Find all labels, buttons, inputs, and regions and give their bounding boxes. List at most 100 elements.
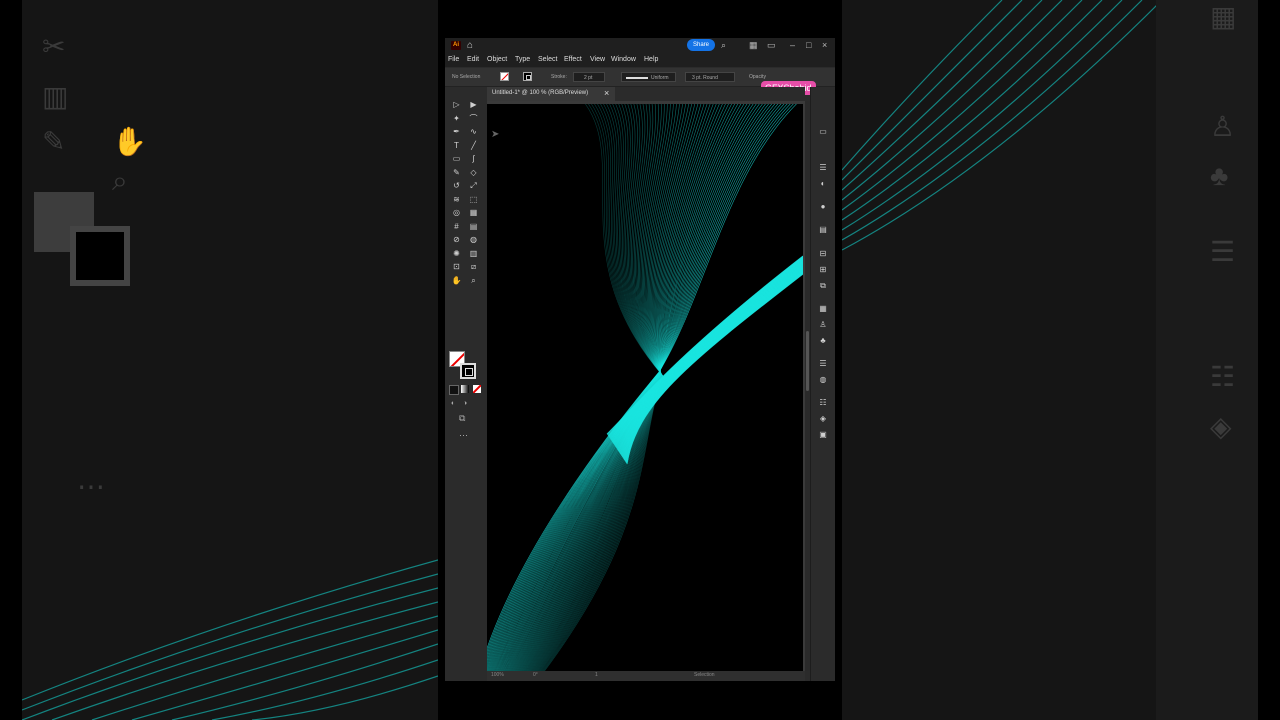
bg-tool-icon: ✂ <box>42 31 66 62</box>
hand-tool-icon[interactable]: ✋ <box>450 275 463 286</box>
gradient-tool-icon[interactable]: ▤ <box>467 221 480 232</box>
graphic-styles-icon[interactable]: ◍ <box>818 375 828 385</box>
artboard-number[interactable]: 1 <box>595 672 598 678</box>
variable-width-profile[interactable]: Uniform <box>621 72 676 82</box>
menu-type[interactable]: Type <box>515 56 530 63</box>
eyedropper-tool-icon[interactable]: ⊘ <box>450 234 463 245</box>
minimize-icon[interactable]: – <box>790 40 795 50</box>
comments-icon[interactable]: ▭ <box>818 127 828 137</box>
menu-file[interactable]: File <box>448 56 459 63</box>
close-tab-icon[interactable]: × <box>604 88 609 98</box>
shape-builder-tool-icon[interactable]: ◎ <box>450 207 463 218</box>
stroke-color-swatch[interactable] <box>460 363 476 379</box>
appearance-icon[interactable]: ▦ <box>818 304 828 314</box>
properties-icon[interactable]: ☰ <box>818 163 828 173</box>
lasso-tool-icon[interactable]: ⌒ <box>467 113 480 124</box>
stroke-label[interactable]: Stroke: <box>551 74 567 80</box>
workspace-icon[interactable]: ▭ <box>767 40 776 51</box>
magic-wand-tool-icon[interactable]: ✦ <box>450 113 463 124</box>
pen-tool-icon[interactable]: ✒ <box>450 126 463 137</box>
screen-mode-icon[interactable]: ⧉ <box>459 413 465 424</box>
search-icon[interactable]: ⌕ <box>721 40 726 51</box>
cyan-wave-artwork[interactable] <box>487 104 803 671</box>
brush-definition[interactable]: 3 pt. Round <box>685 72 735 82</box>
title-bar: Ai ⌂ Share ⌕ ▦ ▭ – □ × <box>445 38 835 53</box>
app-logo: Ai <box>451 41 461 50</box>
brush-value: 3 pt. Round <box>692 75 718 81</box>
share-button[interactable]: Share <box>687 39 715 51</box>
home-icon[interactable]: ⌂ <box>467 40 473 51</box>
layers-icon[interactable]: ◈ <box>818 414 828 424</box>
pencil-tool-icon[interactable]: ✎ <box>450 167 463 178</box>
rotation-value[interactable]: 0° <box>533 672 538 678</box>
gradient-mode-icon[interactable] <box>461 385 469 393</box>
canvas-area[interactable]: ➤ <box>487 101 808 671</box>
draw-behind-icon[interactable]: ◑ <box>463 400 467 407</box>
slice-tool-icon[interactable]: ⧄ <box>467 261 480 272</box>
libraries-icon[interactable]: ☰ <box>818 359 828 369</box>
rectangle-tool-icon[interactable]: ▭ <box>450 153 463 164</box>
draw-mode-icon[interactable]: ◐ <box>451 400 455 407</box>
menu-object[interactable]: Object <box>487 56 507 63</box>
curvature-tool-icon[interactable]: ∿ <box>467 126 480 137</box>
tab-bar-empty <box>615 87 805 101</box>
eraser-tool-icon[interactable]: ◇ <box>467 167 480 178</box>
blend-tool-icon[interactable]: ◍ <box>467 234 480 245</box>
color-icon[interactable]: ◐ <box>818 179 828 189</box>
stroke-weight-value: 2 pt <box>584 75 593 81</box>
stroke-panel-icon[interactable]: ▤ <box>818 225 828 235</box>
pathfinder-icon[interactable]: ⧉ <box>818 281 828 291</box>
current-tool-label: Selection <box>694 672 715 678</box>
opacity-label[interactable]: Opacity <box>749 74 766 80</box>
swatches-icon[interactable]: ● <box>818 202 828 212</box>
stroke-swatch[interactable] <box>523 72 532 81</box>
edit-toolbar-icon[interactable]: ⋯ <box>459 430 468 441</box>
perspective-grid-tool-icon[interactable]: ▦ <box>467 207 480 218</box>
symbol-sprayer-tool-icon[interactable]: ✺ <box>450 248 463 259</box>
menu-edit[interactable]: Edit <box>467 56 479 63</box>
symbols-icon[interactable]: ♣ <box>818 336 828 346</box>
close-window-icon[interactable]: × <box>822 40 827 50</box>
color-mode-icon[interactable] <box>449 385 459 395</box>
wave-strand <box>538 104 663 671</box>
selection-tool-icon[interactable]: ▷ <box>450 99 463 110</box>
adjustments-icon[interactable]: ☷ <box>818 398 828 408</box>
direct-selection-tool-icon[interactable]: ▶ <box>467 99 480 110</box>
menu-view[interactable]: View <box>590 56 605 63</box>
none-mode-icon[interactable] <box>473 385 481 393</box>
artboard[interactable] <box>487 104 803 671</box>
puppet-warp-icon[interactable]: ♙ <box>818 320 828 330</box>
menu-window[interactable]: Window <box>611 56 636 63</box>
vertical-scroll-thumb[interactable] <box>806 331 809 391</box>
selection-state: No Selection <box>452 74 481 80</box>
tools-panel: ▷ ▶ ✦ ⌒ ✒ ∿ T ╱ ▭ ∫ ✎ ◇ ↺ ⤢ ≋ ⬚ ◎ ▦ # ▤ ⊘ ◍ ✺ ▥ ⊡ ⧄ ✋ ⌕ ◐ ◑ ⧉ ⋯ <box>445 87 488 681</box>
menu-help[interactable]: Help <box>644 56 658 63</box>
scale-tool-icon[interactable]: ⤢ <box>467 180 480 191</box>
warp-tool-icon[interactable]: ≋ <box>450 194 463 205</box>
paintbrush-tool-icon[interactable]: ∫ <box>467 153 480 164</box>
zoom-tool-icon[interactable]: ⌕ <box>467 275 480 286</box>
bg-chart-icon: ▥ <box>42 81 69 112</box>
free-transform-tool-icon[interactable]: ⬚ <box>467 194 480 205</box>
zoom-level[interactable]: 100% <box>491 672 504 678</box>
menu-select[interactable]: Select <box>538 56 557 63</box>
type-tool-icon[interactable]: T <box>450 140 463 151</box>
fill-swatch[interactable] <box>500 72 509 81</box>
mesh-tool-icon[interactable]: # <box>450 221 463 232</box>
artboards-icon[interactable]: ▣ <box>818 430 828 440</box>
menu-effect[interactable]: Effect <box>564 56 582 63</box>
artboard-tool-icon[interactable]: ⊡ <box>450 261 463 272</box>
uniform-line-preview <box>626 77 648 79</box>
column-graph-tool-icon[interactable]: ▥ <box>467 248 480 259</box>
wave-strand <box>487 104 791 656</box>
bg-menu-icon: ☰ <box>1210 236 1236 267</box>
transform-icon[interactable]: ⊞ <box>818 265 828 275</box>
stroke-weight-field[interactable]: 2 pt <box>573 72 605 82</box>
maximize-icon[interactable]: □ <box>806 40 811 50</box>
line-tool-icon[interactable]: ╱ <box>467 140 480 151</box>
rotate-tool-icon[interactable]: ↺ <box>450 180 463 191</box>
arrange-documents-icon[interactable]: ▦ <box>749 40 758 51</box>
bg-puppet-icon: ♙ <box>1210 111 1236 142</box>
align-icon[interactable]: ⊟ <box>818 249 828 259</box>
document-tab[interactable]: Untitled-1* @ 100 % (RGB/Preview) × <box>487 87 615 101</box>
